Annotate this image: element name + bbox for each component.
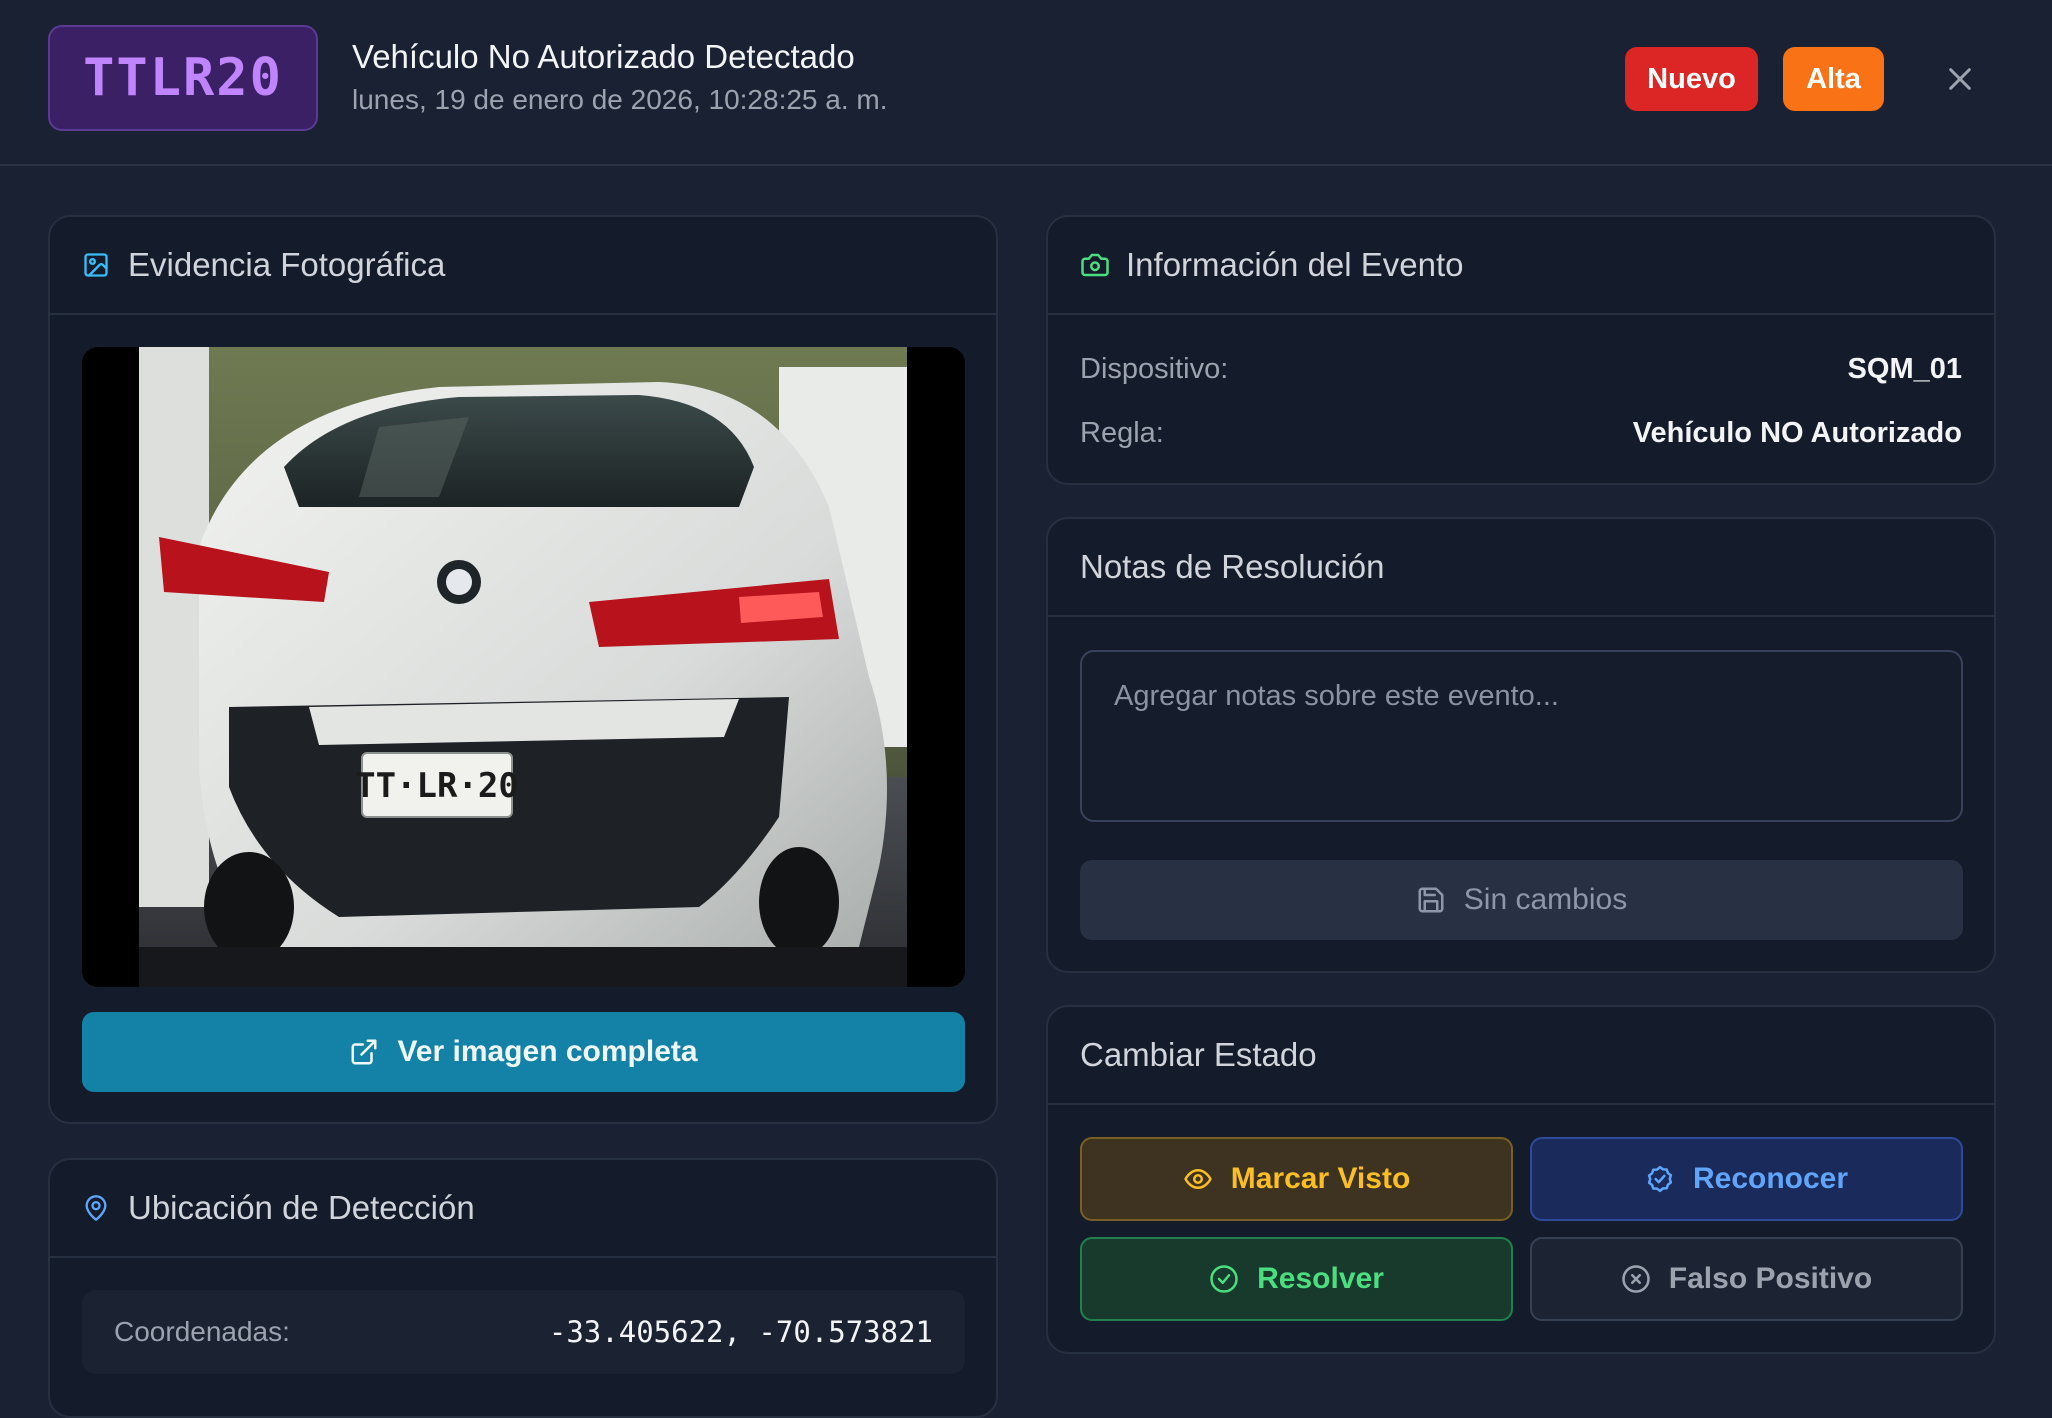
camera-icon	[1080, 250, 1110, 280]
resolution-notes-card: Notas de Resolución Sin cambios	[1046, 517, 1996, 973]
notes-textarea[interactable]	[1080, 650, 1963, 822]
check-circle-icon	[1209, 1264, 1239, 1294]
device-value: SQM_01	[1847, 352, 1962, 385]
badge-check-icon	[1645, 1164, 1675, 1194]
save-icon	[1416, 885, 1446, 915]
photo-card-header: Evidencia Fotográfica	[50, 217, 996, 315]
close-icon	[1949, 68, 1971, 90]
event-info-title: Información del Evento	[1126, 246, 1464, 283]
eye-icon	[1183, 1164, 1213, 1194]
location-card-title: Ubicación de Detección	[128, 1189, 475, 1226]
vehicle-photo: TT·LR·20	[139, 347, 907, 987]
priority-badge: Alta	[1783, 47, 1884, 111]
event-title: Vehículo No Autorizado Detectado	[352, 38, 855, 75]
rule-row: Regla: Vehículo NO Autorizado	[1080, 413, 1962, 453]
external-link-icon	[349, 1037, 379, 1067]
close-button[interactable]	[1938, 52, 1982, 106]
rule-value: Vehículo NO Autorizado	[1632, 416, 1962, 449]
resolve-label: Resolver	[1257, 1262, 1384, 1295]
location-card: Ubicación de Detección Coordenadas: -33.…	[48, 1158, 998, 1418]
notes-card-header: Notas de Resolución	[1048, 519, 1994, 617]
state-card-title: Cambiar Estado	[1080, 1036, 1317, 1073]
acknowledge-label: Reconocer	[1692, 1162, 1849, 1195]
plate-badge: TTLR20	[48, 25, 318, 131]
mark-seen-label: Marcar Visto	[1230, 1162, 1411, 1195]
device-row: Dispositivo: SQM_01	[1080, 349, 1962, 389]
image-icon	[82, 250, 112, 280]
save-notes-label: Sin cambios	[1463, 883, 1628, 916]
event-timestamp: lunes, 19 de enero de 2026, 10:28:25 a. …	[352, 84, 888, 115]
coordinates-value: -33.405622, -70.573821	[548, 1315, 933, 1349]
rule-label: Regla:	[1080, 416, 1164, 449]
event-info-card: Información del Evento Dispositivo: SQM_…	[1046, 215, 1996, 485]
map-pin-icon	[82, 1193, 112, 1223]
event-info-header: Información del Evento	[1048, 217, 1994, 315]
change-state-card: Cambiar Estado Marcar Visto Reconocer Re…	[1046, 1005, 1996, 1354]
evidence-photo[interactable]: TT·LR·20	[82, 347, 965, 987]
coordinates-row: Coordenadas: -33.405622, -70.573821	[82, 1290, 965, 1374]
photo-evidence-card: Evidencia Fotográfica TT·LR·20 Ver image…	[48, 215, 998, 1124]
notes-card-title: Notas de Resolución	[1080, 548, 1385, 585]
location-card-header: Ubicación de Detección	[50, 1160, 996, 1258]
coordinates-label: Coordenadas:	[114, 1316, 290, 1347]
image-plate-text: TT·LR·20	[355, 766, 519, 806]
state-card-header: Cambiar Estado	[1048, 1007, 1994, 1105]
modal-header: TTLR20 Vehículo No Autorizado Detectado …	[0, 0, 2052, 166]
false-positive-label: Falso Positivo	[1668, 1262, 1873, 1295]
x-circle-icon	[1621, 1264, 1651, 1294]
status-badge: Nuevo	[1625, 47, 1758, 111]
device-label: Dispositivo:	[1080, 352, 1229, 385]
view-full-image-button[interactable]: Ver imagen completa	[82, 1012, 965, 1092]
mark-seen-button[interactable]: Marcar Visto	[1080, 1137, 1513, 1221]
photo-card-title: Evidencia Fotográfica	[128, 246, 446, 283]
false-positive-button[interactable]: Falso Positivo	[1530, 1237, 1963, 1321]
acknowledge-button[interactable]: Reconocer	[1530, 1137, 1963, 1221]
resolve-button[interactable]: Resolver	[1080, 1237, 1513, 1321]
save-notes-button[interactable]: Sin cambios	[1080, 860, 1963, 940]
view-full-image-label: Ver imagen completa	[397, 1035, 698, 1068]
